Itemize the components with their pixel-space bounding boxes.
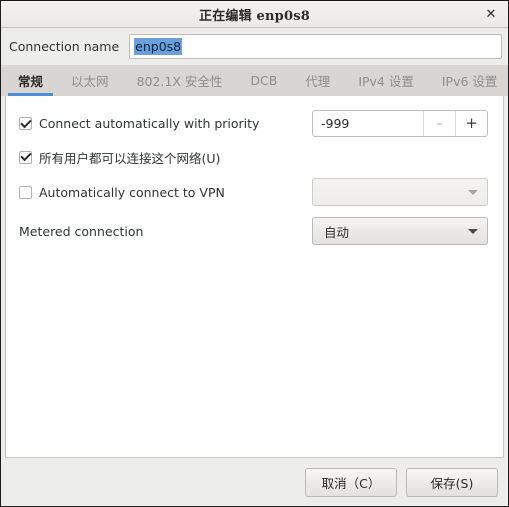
connect-automatically-left: Connect automatically with priority bbox=[19, 116, 312, 131]
chevron-down-icon bbox=[468, 189, 478, 195]
priority-decrement-button[interactable]: – bbox=[423, 111, 455, 136]
tab-general[interactable]: 常规 bbox=[4, 65, 57, 96]
tab-ipv6-settings-label: IPv6 设置 bbox=[441, 74, 498, 89]
metered-combo-wrap: 自动 bbox=[312, 217, 490, 245]
tab-general-label: 常规 bbox=[18, 74, 44, 89]
connection-name-input[interactable]: enp0s8 bbox=[129, 34, 502, 59]
edit-connection-dialog: 正在编辑 enp0s8 ✕ Connection name enp0s8 常规 … bbox=[0, 0, 509, 507]
priority-spinner[interactable]: -999 – + bbox=[312, 110, 488, 137]
connect-automatically-row: Connect automatically with priority -999… bbox=[19, 110, 490, 137]
tab-8021x-security[interactable]: 802.1X 安全性 bbox=[123, 65, 237, 96]
general-tab-panel: Connect automatically with priority -999… bbox=[5, 96, 504, 458]
tab-ethernet-label: 以太网 bbox=[71, 74, 109, 89]
window-title: 正在编辑 enp0s8 bbox=[199, 8, 310, 24]
title-bar: 正在编辑 enp0s8 ✕ bbox=[1, 1, 508, 28]
connection-name-label: Connection name bbox=[9, 39, 120, 54]
connection-name-value: enp0s8 bbox=[134, 38, 183, 55]
tab-ethernet[interactable]: 以太网 bbox=[57, 65, 123, 96]
chevron-down-icon bbox=[468, 228, 478, 234]
connect-automatically-checkbox[interactable] bbox=[19, 117, 32, 130]
close-icon[interactable]: ✕ bbox=[482, 5, 500, 23]
all-users-label: 所有用户都可以连接这个网络(U) bbox=[39, 150, 221, 166]
priority-value[interactable]: -999 bbox=[313, 111, 423, 136]
vpn-select[interactable] bbox=[312, 178, 488, 206]
tab-bar: 常规 以太网 802.1X 安全性 DCB 代理 IPv4 设置 IPv6 设置 bbox=[1, 65, 508, 96]
auto-vpn-label: Automatically connect to VPN bbox=[39, 184, 225, 200]
tab-dcb-label: DCB bbox=[250, 73, 278, 88]
metered-select[interactable]: 自动 bbox=[312, 217, 488, 245]
priority-spin-wrap: -999 – + bbox=[312, 110, 490, 137]
tab-ipv6-settings[interactable]: IPv6 设置 bbox=[428, 65, 509, 96]
vpn-combo-wrap bbox=[312, 178, 490, 206]
tab-8021x-security-label: 802.1X 安全性 bbox=[136, 74, 223, 89]
auto-vpn-left: Automatically connect to VPN bbox=[19, 185, 312, 200]
dialog-footer: 取消（C） 保存(S) bbox=[1, 458, 508, 506]
all-users-checkbox[interactable] bbox=[19, 150, 32, 164]
metered-connection-label: Metered connection bbox=[19, 223, 144, 239]
tab-proxy[interactable]: 代理 bbox=[291, 65, 344, 96]
cancel-button[interactable]: 取消（C） bbox=[305, 467, 397, 497]
tab-ipv4-settings[interactable]: IPv4 设置 bbox=[344, 65, 428, 96]
save-button[interactable]: 保存(S) bbox=[406, 467, 498, 497]
connection-name-row: Connection name enp0s8 bbox=[1, 28, 508, 65]
all-users-row: 所有用户都可以连接这个网络(U) bbox=[19, 144, 490, 170]
tab-proxy-label: 代理 bbox=[305, 74, 331, 89]
metered-select-value: 自动 bbox=[324, 224, 350, 240]
metered-left: Metered connection bbox=[19, 224, 312, 239]
auto-vpn-row: Automatically connect to VPN bbox=[19, 178, 490, 206]
connect-automatically-label: Connect automatically with priority bbox=[39, 116, 260, 131]
tab-dcb[interactable]: DCB bbox=[236, 65, 291, 96]
priority-increment-button[interactable]: + bbox=[455, 111, 487, 136]
all-users-left: 所有用户都可以连接这个网络(U) bbox=[19, 148, 312, 167]
tab-ipv4-settings-label: IPv4 设置 bbox=[358, 74, 414, 89]
auto-vpn-checkbox[interactable] bbox=[19, 185, 32, 199]
metered-connection-row: Metered connection 自动 bbox=[19, 217, 490, 245]
